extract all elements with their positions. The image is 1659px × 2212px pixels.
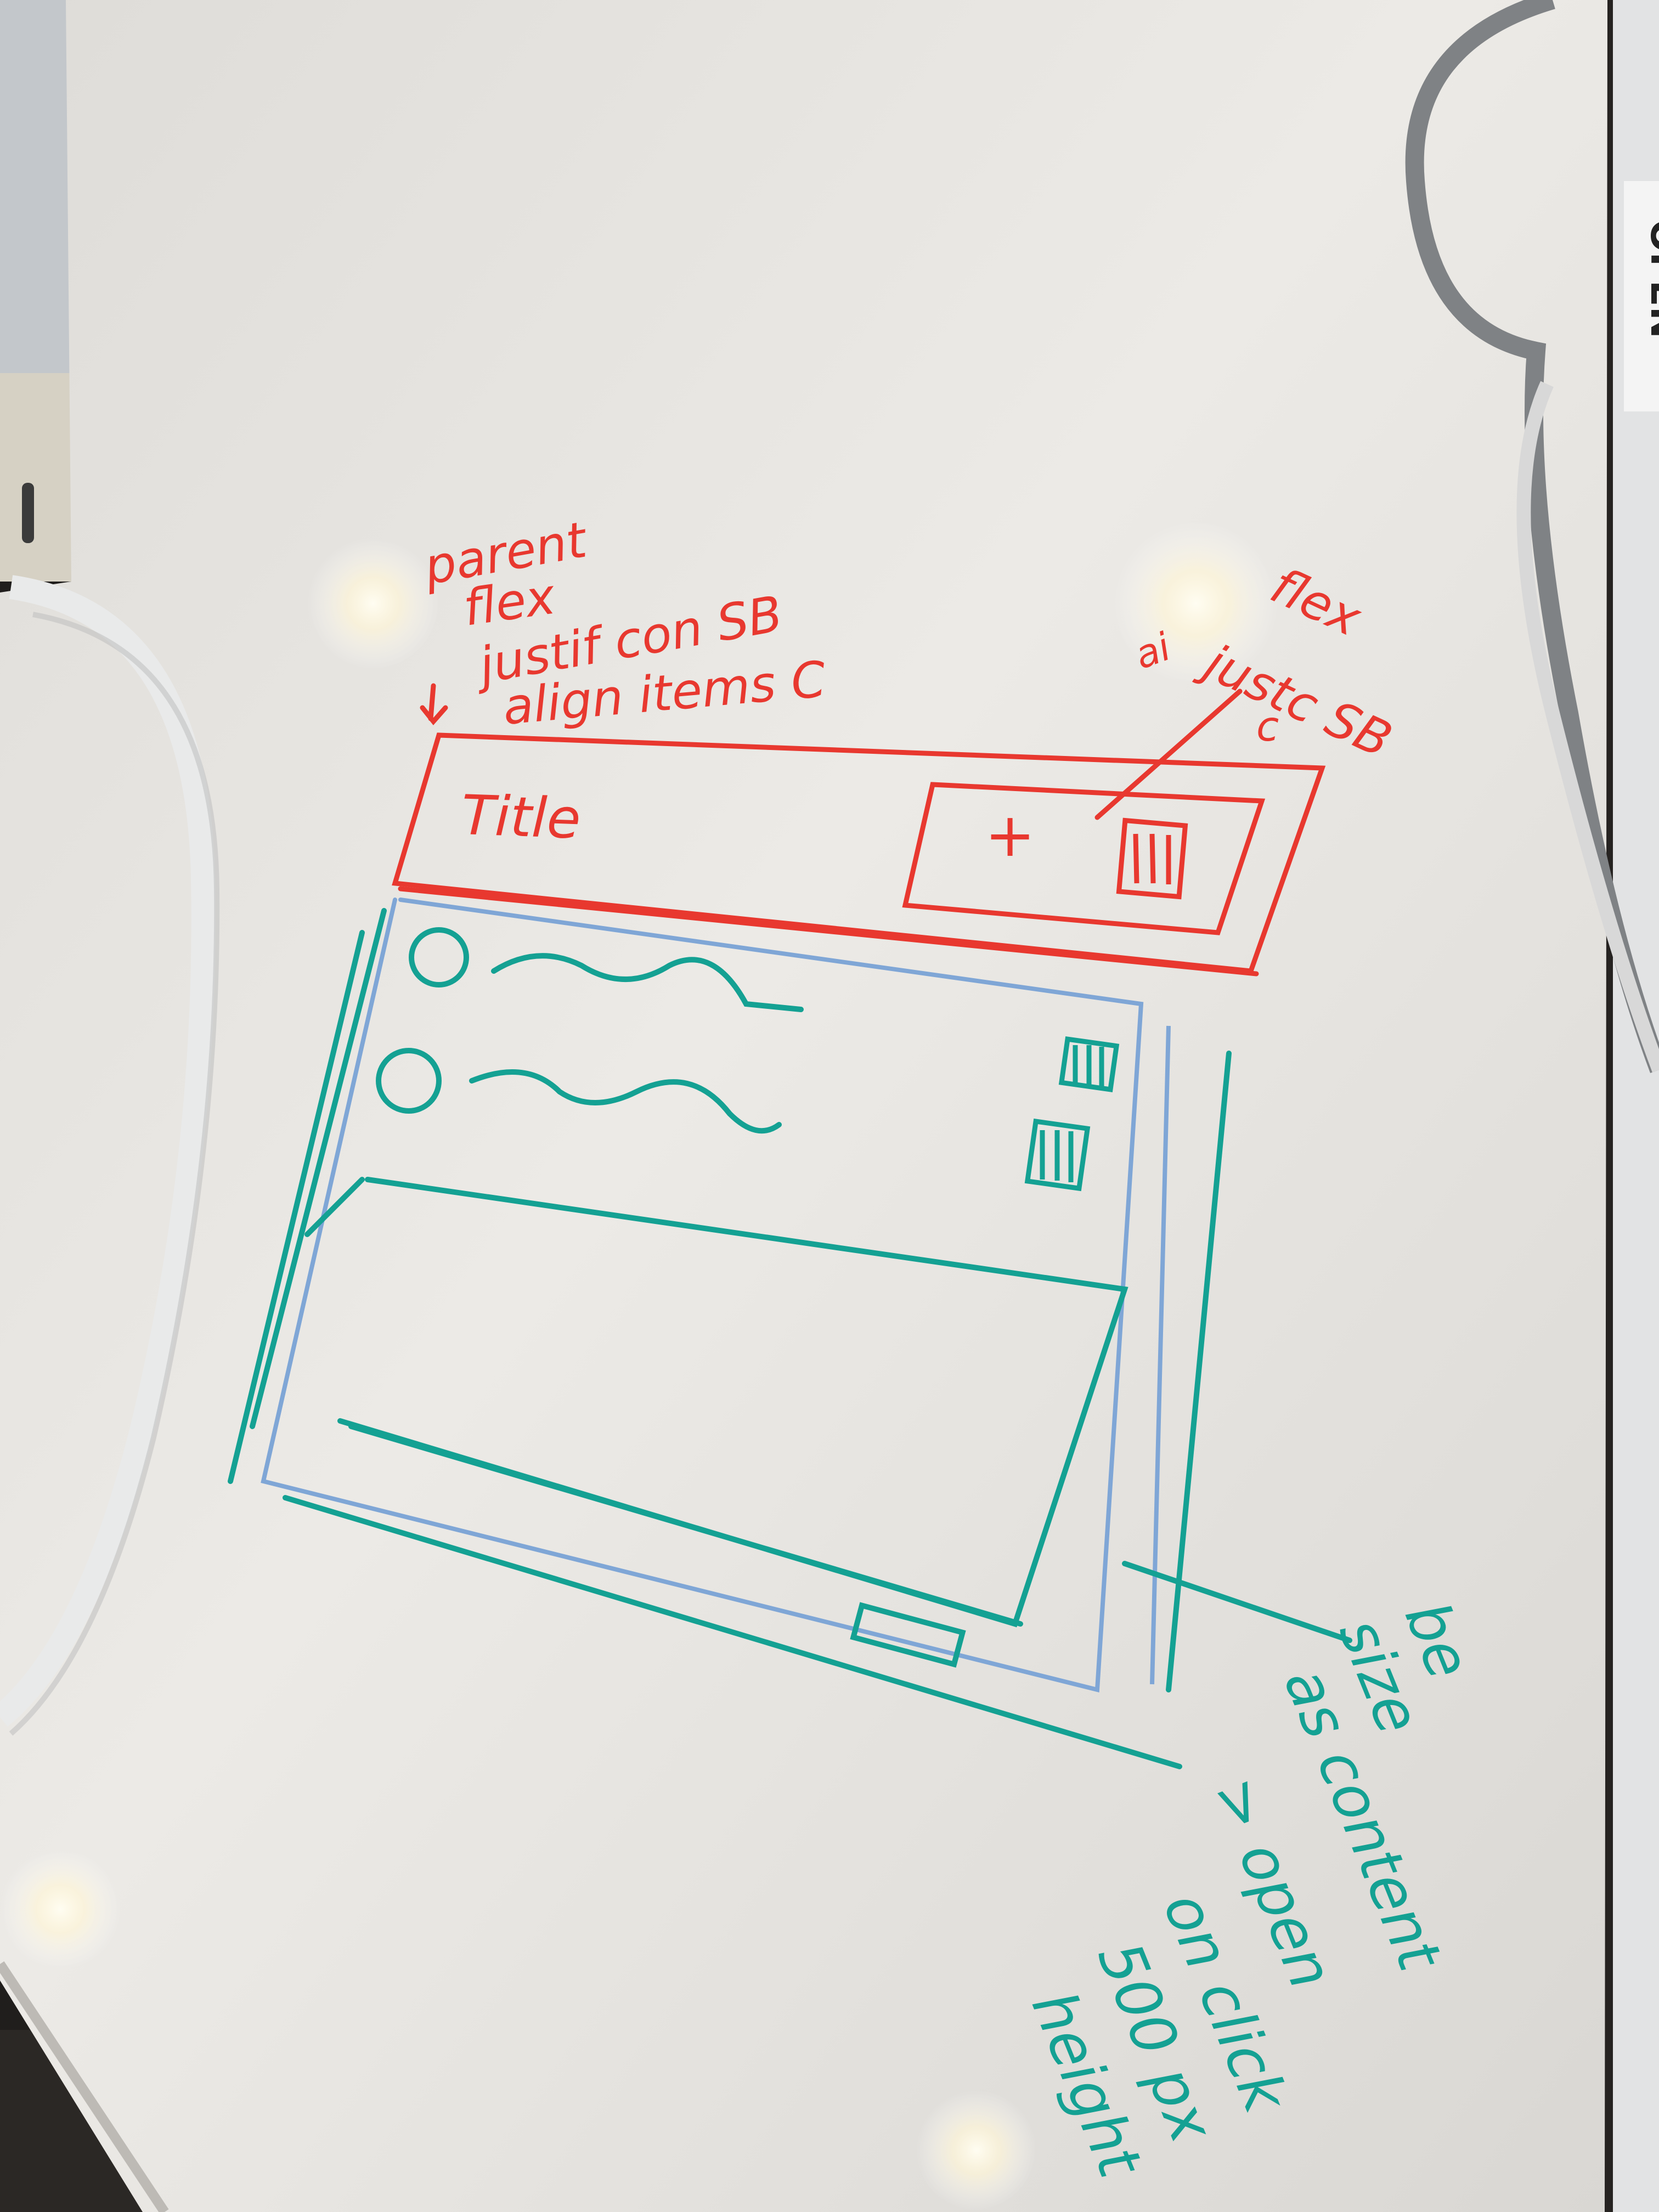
glare-spot	[307, 538, 439, 669]
plus-icon: +	[985, 800, 1035, 870]
glare-spot	[916, 2090, 1037, 2211]
note-right-c: c	[1256, 702, 1279, 751]
laptop-label: OPEN	[1642, 219, 1659, 338]
whiteboard-photo: OPEN parent flex justif con SB align ite…	[0, 0, 1659, 2212]
header-title: Title	[460, 783, 582, 851]
glare-spot	[0, 1849, 121, 1970]
